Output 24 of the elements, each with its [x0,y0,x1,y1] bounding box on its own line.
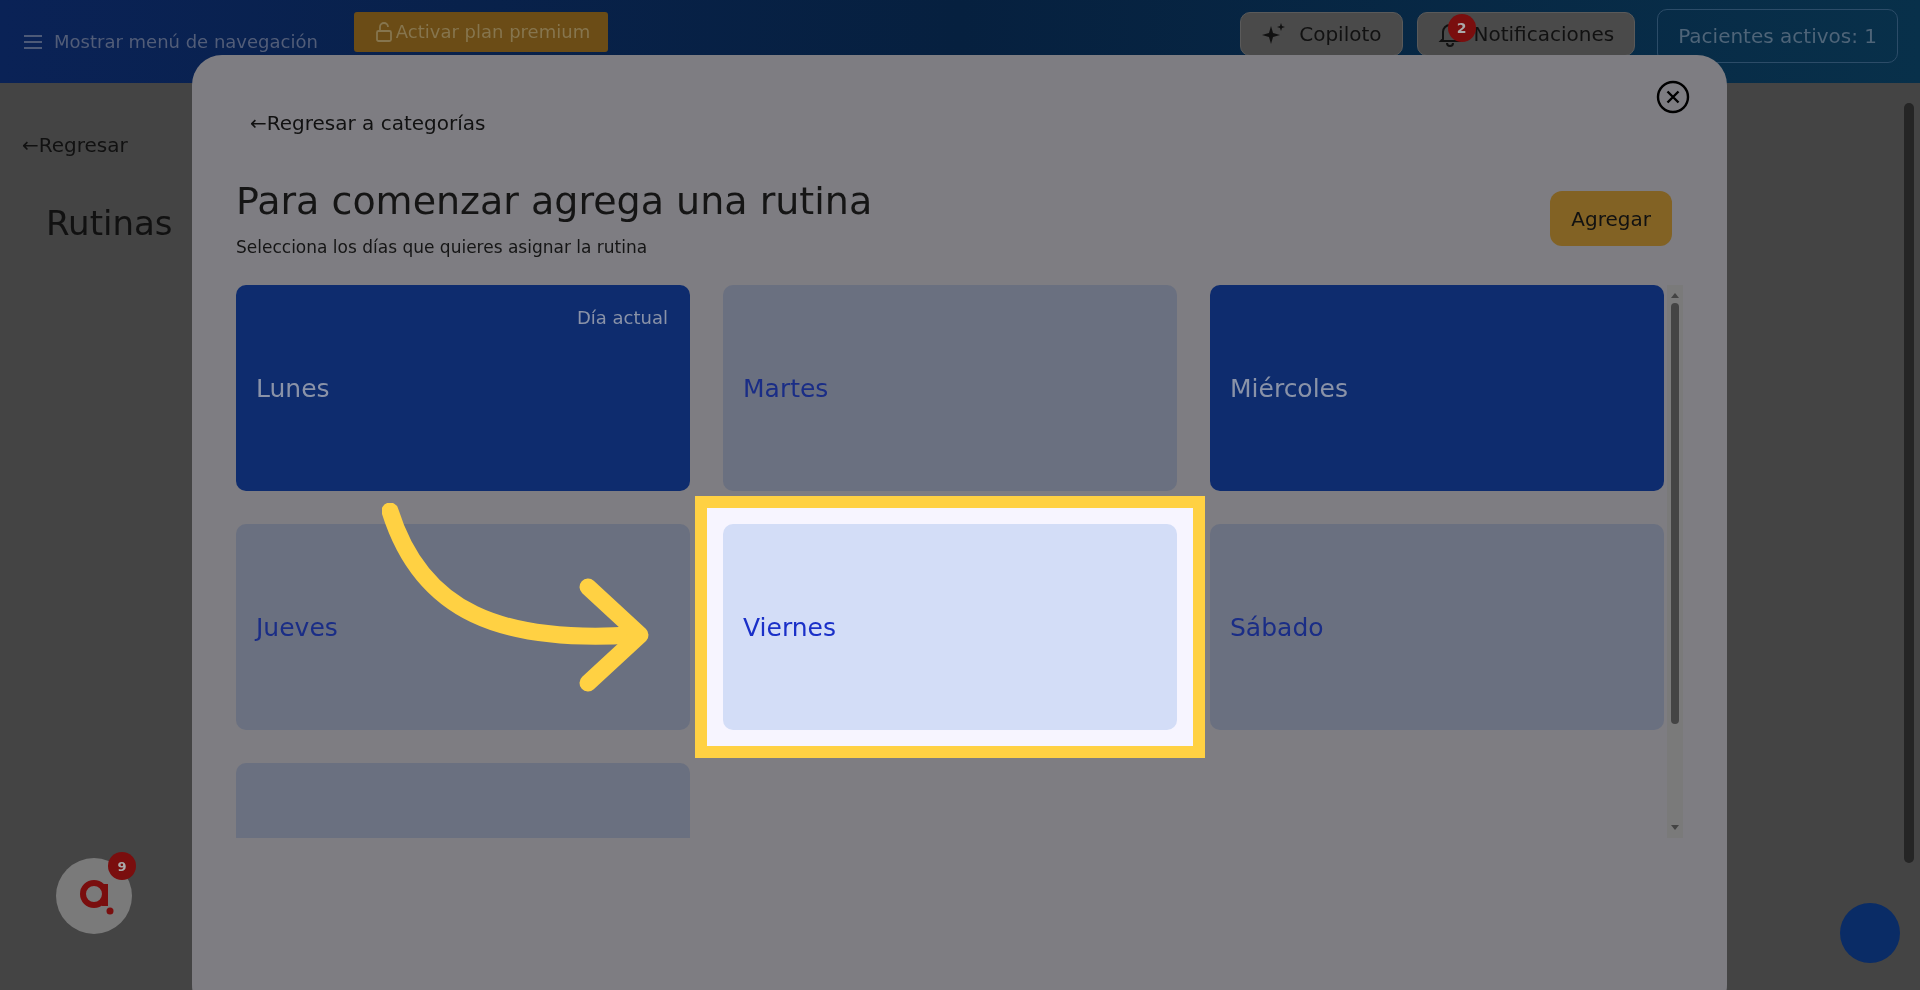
premium-plan-button[interactable]: Activar plan premium [353,11,609,52]
day-card[interactable]: Jueves [236,524,690,730]
day-card[interactable]: Viernes [723,524,1177,730]
scrollbar[interactable] [1667,285,1683,838]
add-button[interactable]: Agregar [1550,191,1672,246]
day-card[interactable]: Miércoles [1210,285,1664,491]
dialog-title: Para comenzar agrega una rutina [236,179,873,223]
day-card[interactable]: Sábado [1210,524,1664,730]
notifications-button[interactable]: 2 Notificaciones [1416,11,1636,56]
menu-icon [22,32,44,51]
close-button[interactable] [1656,80,1690,114]
back-to-categories-link[interactable]: ←Regresar a categorías [250,111,486,135]
page-scrollbar[interactable] [1904,103,1914,863]
chat-button[interactable] [1840,903,1900,963]
day-card[interactable]: Día actual Lunes [236,285,690,491]
copilot-button[interactable]: Copiloto [1240,11,1403,56]
dialog-subtitle: Selecciona los días que quieres asignar la rutina [236,237,649,257]
day-card[interactable]: Martes [723,285,1177,491]
navigation-menu-button[interactable]: Mostrar menú de navegación [22,31,318,52]
notification-count-badge: 2 [1447,13,1476,42]
scroll-up-icon[interactable] [1670,291,1680,299]
assistant-count-badge: 9 [108,852,136,880]
scroll-down-icon[interactable] [1670,824,1680,832]
lock-icon [373,20,394,43]
